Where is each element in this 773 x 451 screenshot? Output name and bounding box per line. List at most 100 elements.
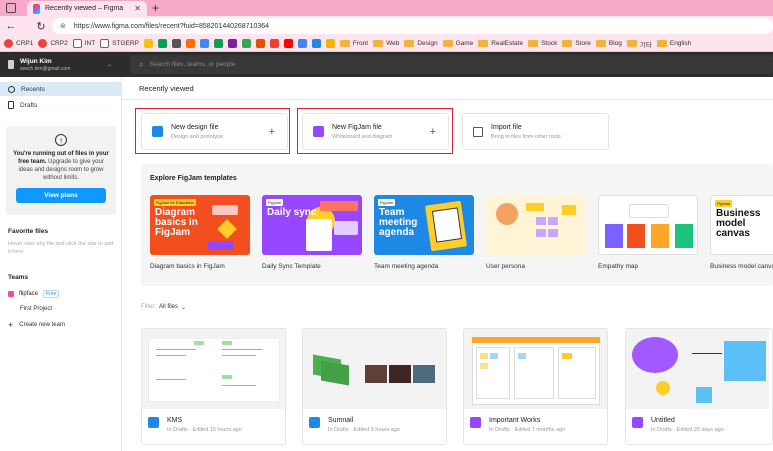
decorative-shape [208,241,234,250]
folder-icon [404,40,415,47]
decorative-shape [548,217,558,225]
sidebar-item-recents[interactable]: Recents [0,82,121,96]
file-name: Untitled [651,417,675,424]
bookmark-favicon-icon[interactable] [185,39,195,48]
bookmark-english[interactable]: English [656,40,691,47]
decorative-shape [675,224,693,248]
import-subtitle: Bring in files from other tools [491,133,561,140]
bookmark-favicon-icon[interactable] [255,39,265,48]
bookmark-favicon-icon[interactable] [143,39,153,48]
bookmark-crp2[interactable]: CRP2 [38,39,68,48]
bookmark-int[interactable]: INT [72,39,95,48]
arrow-up-circle-icon: ↑ [55,134,67,146]
template-caption[interactable]: Diagram basics in FigJam [150,263,225,270]
bookmark-label: Store [575,40,591,47]
template-card[interactable] [486,195,586,255]
bookmark-label: STGERP [112,40,139,47]
bookmark-label: CRP1 [16,40,34,47]
template-card[interactable] [598,195,698,255]
template-caption[interactable]: Daily Sync Template [262,263,321,270]
view-plans-button[interactable]: View plans [16,188,106,203]
file-thumbnail [626,329,769,409]
thumbnail-shape [156,355,186,356]
file-card[interactable]: Important Works In Drafts · Edited 7 mont… [463,328,608,445]
file-card[interactable]: Sumnail In Drafts · Edited 9 hours ago [302,328,447,445]
account-switcher[interactable]: Wijun Kim seech.kim@gmail.com ⌄ [0,52,122,77]
bookmark-stgerp[interactable]: STGERP [100,39,139,48]
project-item[interactable]: First Project [20,306,52,312]
thumbnail-shape [724,341,766,381]
file-name: Important Works [489,417,541,424]
thumbnail-shape [156,379,186,380]
bookmark-favicon-icon[interactable] [311,39,321,48]
bookmark-favicon-icon[interactable] [199,39,209,48]
bookmark-label: 기타 [639,41,652,49]
thumbnail-shape [490,353,498,359]
site-favicon-icon [38,39,48,48]
site-info-icon[interactable]: ⊜ [60,22,66,30]
decorative-shape [334,221,358,235]
reload-icon[interactable]: ↻ [34,19,48,33]
template-caption[interactable]: Team meeting agenda [374,263,438,270]
bookmark-blog[interactable]: Blog [595,40,622,47]
folder-icon [626,40,637,47]
folder-icon [339,40,350,47]
new-tab-icon[interactable]: + [152,1,159,15]
template-caption[interactable]: Empathy map [598,263,638,270]
template-card[interactable]: FigJam Daily sync [262,195,362,255]
browser-tab-strip: Recently viewed – Figma ✕ + [0,0,773,16]
filter-control[interactable]: Filter: All files ⌄ [141,304,186,311]
import-file-card[interactable]: Import file Bring in files from other to… [462,113,609,150]
bookmark-favicon-icon[interactable] [227,39,237,48]
back-arrow-icon[interactable]: ← [4,19,18,33]
file-meta: Important Works In Drafts · Edited 7 mont… [470,417,565,433]
address-bar[interactable]: ⊜ https://www.figma.com/files/recent?fui… [52,18,773,34]
file-card[interactable]: Untitled In Drafts · Edited 25 days ago [625,328,773,445]
bookmark-label: Stock [541,40,558,47]
bookmark-favicon-icon[interactable] [269,39,279,48]
template-caption[interactable]: User persona [486,263,525,270]
bookmark-realestate[interactable]: RealEstate [478,40,523,47]
bookmark-favicon-icon[interactable] [213,39,223,48]
bookmark-store[interactable]: Store [562,40,591,47]
search-input[interactable]: ⌕ Search files, teams, or people [130,55,773,74]
bookmark-favicon-icon[interactable] [325,39,335,48]
folder-icon [528,40,539,47]
template-card[interactable]: FigJam Team meeting agenda [374,195,474,255]
decorative-shape [320,201,358,211]
chevron-down-icon[interactable]: ⌄ [107,61,112,68]
thumbnail-shape [562,353,572,359]
bookmark-front[interactable]: Front [339,40,368,47]
templates-heading: Explore FigJam templates [150,175,237,182]
bookmark-favicon-icon[interactable] [297,39,307,48]
bookmark-design[interactable]: Design [404,40,438,47]
file-edited-meta: In Drafts · Edited 25 days ago [651,427,724,433]
bookmark-game[interactable]: Game [442,40,473,47]
thumbnail-shape [480,353,488,359]
tab-actions-icon[interactable] [6,3,16,13]
tab-close-icon[interactable]: ✕ [134,4,141,13]
bookmark-favicon-icon[interactable] [241,39,251,48]
create-team-button[interactable]: + Create new team [8,320,65,330]
team-item[interactable]: flipface Free [8,290,60,298]
file-card[interactable]: KMS In Drafts · Edited 15 hours ago [141,328,286,445]
thumbnail-shape [656,381,670,395]
template-caption[interactable]: Business model canvas [710,263,773,270]
template-card[interactable]: FigJam Business model canvas [710,195,773,255]
bookmark-crp1[interactable]: CRP1 [4,39,33,48]
browser-tab[interactable]: Recently viewed – Figma ✕ [27,1,147,16]
sidebar-item-label: Recents [21,85,45,93]
sidebar-item-drafts[interactable]: Drafts [0,98,121,112]
folder-icon [373,40,384,47]
file-edited-meta: In Drafts · Edited 15 hours ago [167,427,242,433]
bookmark-favicon-icon[interactable] [157,39,167,48]
decorative-shape [217,219,237,239]
bookmark-favicon-icon[interactable] [283,39,293,48]
bookmark-stock[interactable]: Stock [528,40,557,47]
bookmark-web[interactable]: Web [373,40,399,47]
template-card[interactable]: FigJam for Education Diagram basics in Fi… [150,195,250,255]
decorative-shape [627,224,645,248]
bookmark-favicon-icon[interactable] [171,39,181,48]
bookmark-기타[interactable]: 기타 [626,39,652,49]
folder-icon [562,40,573,47]
